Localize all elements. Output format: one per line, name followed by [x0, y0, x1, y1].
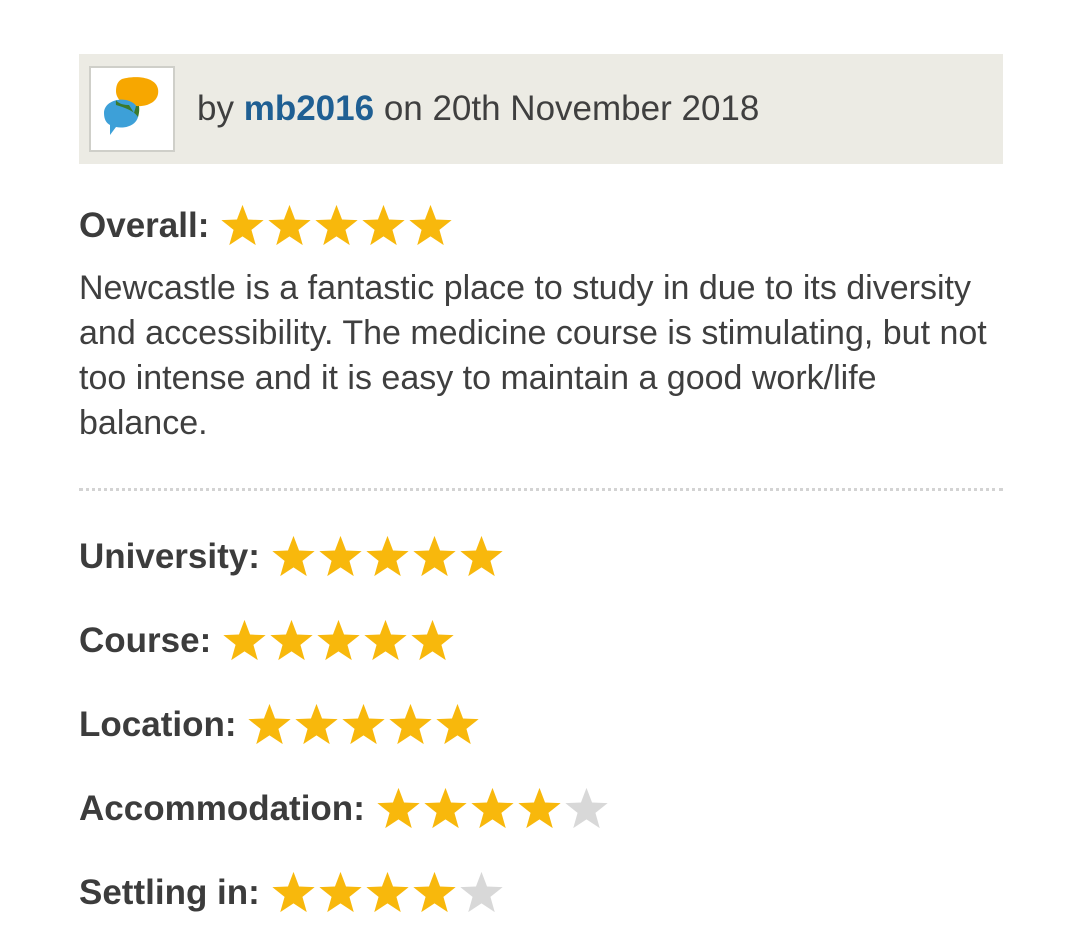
star-filled-icon — [377, 787, 420, 828]
star-filled-icon — [223, 619, 266, 660]
star-filled-icon — [409, 204, 453, 245]
review-card: by mb2016 on 20th November 2018 Overall:… — [79, 54, 1003, 951]
rating-stars — [375, 786, 610, 833]
rating-label: University: — [79, 537, 260, 576]
rating-label: Location: — [79, 705, 237, 744]
rating-label: Settling in: — [79, 873, 260, 912]
star-filled-icon — [342, 703, 386, 744]
speech-bubbles-icon — [104, 77, 159, 135]
star-filled-icon — [315, 204, 359, 245]
rating-accommodation: Accommodation: — [79, 783, 1003, 835]
star-filled-icon — [366, 871, 409, 912]
star-filled-icon — [424, 787, 467, 828]
rating-stars — [246, 702, 481, 749]
rating-label: Accommodation: — [79, 789, 365, 828]
star-filled-icon — [362, 204, 406, 245]
star-filled-icon — [460, 535, 503, 576]
star-filled-icon — [272, 535, 315, 576]
review-date: on 20th November 2018 — [383, 89, 760, 128]
review-byline: by mb2016 on 20th November 2018 — [197, 89, 759, 129]
star-filled-icon — [319, 535, 362, 576]
star-filled-icon — [366, 535, 409, 576]
star-filled-icon — [221, 204, 265, 245]
star-empty-icon — [460, 871, 503, 912]
star-empty-icon — [565, 787, 608, 828]
star-filled-icon — [270, 619, 313, 660]
star-filled-icon — [471, 787, 514, 828]
rating-label: Course: — [79, 621, 212, 660]
star-filled-icon — [413, 535, 456, 576]
review-header: by mb2016 on 20th November 2018 — [79, 54, 1003, 164]
star-filled-icon — [389, 703, 433, 744]
star-filled-icon — [317, 619, 360, 660]
rating-stars — [270, 870, 505, 917]
review-comment: Newcastle is a fantastic place to study … — [79, 269, 987, 442]
star-filled-icon — [518, 787, 561, 828]
star-filled-icon — [295, 703, 339, 744]
star-filled-icon — [268, 204, 312, 245]
rating-location: Location: — [79, 699, 1003, 751]
rating-settling-in: Settling in: — [79, 867, 1003, 919]
star-filled-icon — [364, 619, 407, 660]
star-filled-icon — [413, 871, 456, 912]
author-link[interactable]: mb2016 — [244, 89, 374, 128]
avatar[interactable] — [89, 66, 175, 152]
star-filled-icon — [248, 703, 292, 744]
rating-stars — [270, 534, 505, 581]
rating-stars — [221, 618, 456, 665]
star-filled-icon — [319, 871, 362, 912]
byline-prefix: by — [197, 89, 234, 128]
star-filled-icon — [436, 703, 480, 744]
rating-course: Course: — [79, 615, 1003, 667]
star-filled-icon — [272, 871, 315, 912]
overall-rating-label: Overall: — [79, 206, 210, 245]
sub-ratings: University: Course: Location: Accommodat… — [79, 531, 1003, 919]
overall-rating: Overall: — [79, 200, 1003, 252]
overall-stars — [219, 203, 454, 250]
rating-university: University: — [79, 531, 1003, 583]
divider — [79, 488, 1003, 491]
star-filled-icon — [411, 619, 454, 660]
